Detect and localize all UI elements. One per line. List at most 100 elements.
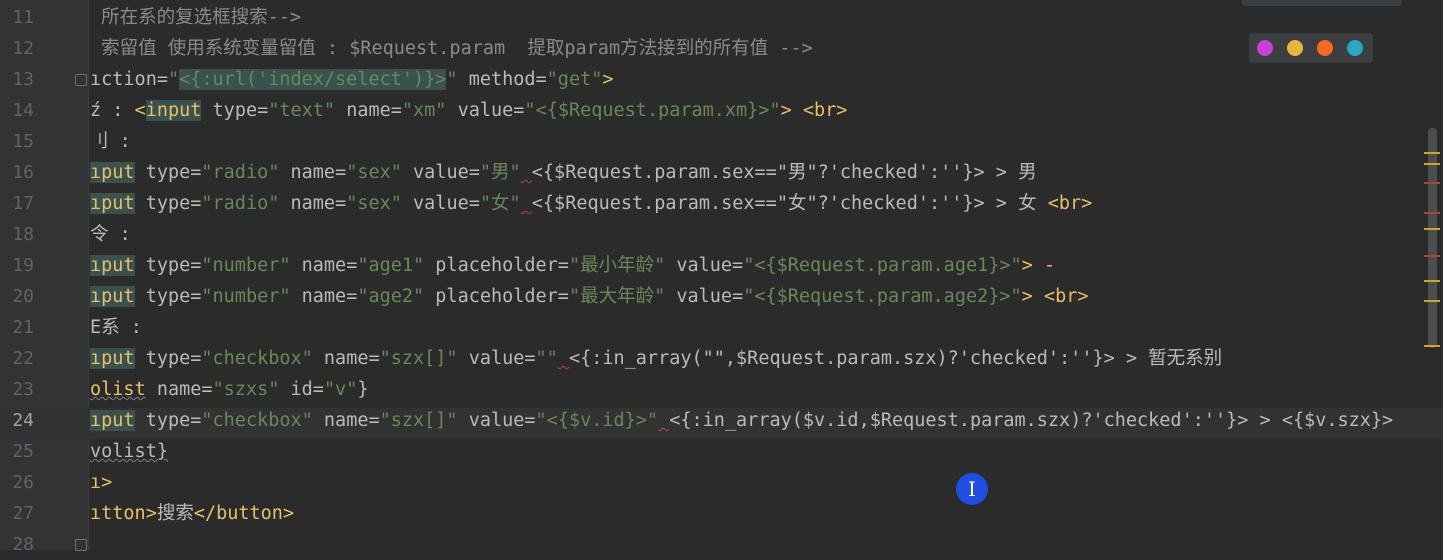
code-token: ıput — [90, 193, 135, 214]
code-token: "v" — [323, 379, 358, 400]
code-token: input — [145, 100, 202, 121]
line-number: 16 — [12, 162, 34, 183]
code-line[interactable]: ıput type="number" name="age1" placehold… — [90, 250, 1423, 281]
code-line[interactable]: ıction="<{:url('index/select')}>" method… — [90, 64, 1423, 95]
line-number: 25 — [12, 441, 34, 462]
code-token: "get" — [546, 69, 603, 90]
code-token: } — [357, 379, 369, 400]
code-line[interactable]: olist name="szxs" id="v"} — [90, 374, 1423, 405]
error-stripe-mark[interactable] — [1424, 212, 1440, 214]
code-token: <{:url('index/select')}> — [179, 69, 447, 90]
line-number: 22 — [12, 348, 34, 369]
code-token: > 男 — [984, 162, 1037, 183]
code-token: "<{$v.id}>" — [535, 410, 659, 431]
code-token: name= — [312, 410, 380, 431]
code-token: "radio" — [201, 193, 280, 214]
code-line[interactable]: ź : <input type="text" name="xm" value="… — [90, 95, 1423, 126]
code-token: "" — [535, 348, 558, 369]
code-token: volist} — [90, 441, 168, 462]
code-line[interactable] — [90, 529, 1423, 560]
line-number: 17 — [12, 193, 34, 214]
code-token: placeholder= — [424, 255, 569, 276]
code-token: "sex" — [346, 162, 402, 183]
top-popup-edge — [1242, 0, 1402, 6]
line-number: 23 — [12, 379, 34, 400]
code-token: 令 : — [90, 224, 131, 245]
code-token: > <br> — [1021, 286, 1089, 307]
edge-icon[interactable] — [1347, 40, 1363, 56]
code-line[interactable]: 刂 : — [90, 126, 1423, 157]
code-token: ıtton> — [90, 503, 157, 524]
code-token: > <{$v.szx}> — [1248, 410, 1394, 431]
code-token: </button> — [193, 503, 295, 524]
code-token: <{$Request.param.sex=="男"?'checked':''}> — [531, 162, 985, 183]
line-number: 12 — [12, 38, 34, 59]
firefox-icon[interactable] — [1317, 40, 1333, 56]
line-number: 20 — [12, 286, 34, 307]
code-token: type= — [134, 255, 202, 276]
line-number: 24 — [12, 410, 34, 431]
error-stripe-mark[interactable] — [1424, 345, 1440, 347]
code-token: > 女 — [984, 193, 1048, 214]
line-number: 13 — [12, 69, 34, 90]
code-token: name= — [290, 286, 358, 307]
line-number: 11 — [12, 7, 34, 28]
code-token: > - — [1021, 255, 1056, 276]
error-stripe-mark[interactable] — [1424, 280, 1440, 282]
code-token: " — [167, 69, 180, 90]
code-token: "szxs" — [212, 379, 280, 400]
code-line[interactable]: volist} — [90, 436, 1423, 467]
code-line[interactable]: 所在系的复选框搜索--> — [90, 2, 1423, 33]
fold-marker-icon[interactable] — [75, 539, 87, 551]
code-line[interactable]: ıput type="radio" name="sex" value="男" <… — [90, 157, 1423, 188]
code-line[interactable]: 令 : — [90, 219, 1423, 250]
code-line[interactable]: ı> — [90, 467, 1423, 498]
code-line[interactable]: ıput type="checkbox" name="szx[]" value=… — [90, 405, 1423, 436]
code-line[interactable]: ıput type="radio" name="sex" value="女" <… — [90, 188, 1423, 219]
code-token: type= — [134, 193, 202, 214]
fold-marker-icon[interactable] — [75, 74, 87, 86]
code-token: placeholder= — [424, 286, 569, 307]
code-token: ıput — [90, 410, 135, 431]
error-stripe-mark[interactable] — [1424, 163, 1440, 165]
code-token: id= — [279, 379, 324, 400]
code-token: > <br> — [780, 100, 848, 121]
error-stripe-mark[interactable] — [1424, 152, 1440, 154]
code-token: ź : — [90, 100, 135, 121]
scrollbar-thumb[interactable] — [1428, 128, 1437, 348]
code-token: type= — [134, 348, 202, 369]
code-token: " — [446, 69, 458, 90]
code-token: <{:in_array($v.id,$Request.param.szx)?'c… — [669, 410, 1249, 431]
code-token: 索留值 使用系统变量留值 : $Request.param 提取param方法接… — [90, 38, 813, 59]
text-cursor-icon: I — [956, 473, 988, 505]
code-token: "checkbox" — [201, 348, 313, 369]
error-stripe-mark[interactable] — [1424, 228, 1440, 230]
code-token: "age2" — [357, 286, 425, 307]
code-token: ıput — [90, 255, 135, 276]
code-line[interactable]: ıtton>搜索</button> — [90, 498, 1423, 529]
line-number: 15 — [12, 131, 34, 152]
code-token: method= — [457, 69, 547, 90]
code-line[interactable]: 索留值 使用系统变量留值 : $Request.param 提取param方法接… — [90, 33, 1423, 64]
code-token: > — [602, 69, 614, 90]
error-stripe-mark[interactable] — [1424, 300, 1440, 302]
code-line[interactable]: ıput type="number" name="age2" placehold… — [90, 281, 1423, 312]
code-token: "number" — [201, 255, 291, 276]
code-token: type= — [134, 410, 202, 431]
code-line[interactable]: E系 : — [90, 312, 1423, 343]
code-line[interactable]: ıput type="checkbox" name="szx[]" value=… — [90, 343, 1423, 374]
code-token: 所在系的复选框搜索--> — [90, 7, 302, 28]
chrome-icon[interactable] — [1287, 40, 1303, 56]
code-token: type= — [201, 100, 269, 121]
code-token: ı> — [90, 472, 113, 493]
code-token: ıput — [90, 348, 135, 369]
error-stripe-mark[interactable] — [1424, 182, 1440, 184]
phpstorm-icon[interactable] — [1257, 40, 1273, 56]
code-token: name= — [335, 100, 402, 121]
code-token: "最小年龄" — [568, 255, 666, 276]
error-stripe-mark[interactable] — [1424, 255, 1440, 257]
code-token: "女" — [479, 193, 521, 214]
